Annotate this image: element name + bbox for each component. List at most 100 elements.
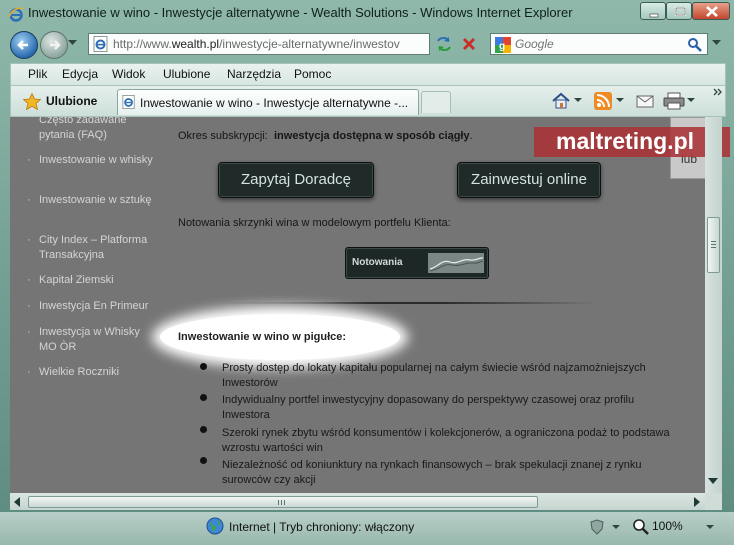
print-dropdown-icon[interactable] <box>687 98 695 103</box>
scrollbar-corner <box>705 493 722 510</box>
svg-text:g: g <box>499 41 505 52</box>
scroll-right-arrow-icon[interactable] <box>694 497 701 507</box>
sidebar-item-land-capital[interactable]: Kapitał Ziemski <box>27 273 157 288</box>
mail-icon[interactable] <box>635 92 655 110</box>
url-text[interactable]: http://www.wealth.pl/inwestycje-alternat… <box>113 37 413 51</box>
rss-feed-icon[interactable] <box>594 92 612 110</box>
restore-icon <box>675 7 686 16</box>
new-tab-button[interactable] <box>421 91 451 113</box>
title-bar: Inwestowanie w wino - Inwestycje alterna… <box>0 0 734 28</box>
menu-plik[interactable]: Plik <box>28 67 47 81</box>
vertical-scroll-thumb[interactable] <box>707 217 720 273</box>
search-box[interactable]: g <box>490 33 708 55</box>
favorites-label[interactable]: Ulubione <box>46 94 97 108</box>
sidebar-menu: Często zadawane pytania (FAQ) Inwestowan… <box>10 117 160 493</box>
bullet-item-1: Prosty dostęp do lokaty kapitału popular… <box>222 362 646 389</box>
feed-dropdown-icon[interactable] <box>616 98 624 103</box>
zoom-dropdown-icon[interactable] <box>706 525 714 530</box>
horizontal-scrollbar[interactable] <box>10 493 705 510</box>
horizontal-scroll-thumb[interactable] <box>28 496 538 508</box>
minimize-button[interactable] <box>640 2 666 20</box>
watermark-banner: maltreting.pl <box>534 127 730 157</box>
navigation-bar: http://www.wealth.pl/inwestycje-alternat… <box>0 28 734 60</box>
browser-tab[interactable]: Inwestowanie w wino - Inwestycje alterna… <box>117 89 419 115</box>
close-icon <box>706 6 718 17</box>
grip-line <box>711 247 716 248</box>
menu-edycja[interactable]: Edycja <box>62 67 98 81</box>
menu-label: Edycja <box>62 67 99 81</box>
invest-online-button[interactable]: Zainwestuj online <box>457 162 601 198</box>
menu-widok[interactable]: Widok <box>112 67 145 81</box>
ask-advisor-button[interactable]: Zapytaj Doradcę <box>218 162 374 198</box>
arrow-left-icon <box>17 40 28 50</box>
search-icon[interactable] <box>687 37 703 53</box>
ie-page-icon <box>93 36 108 52</box>
watermark-text: maltreting.pl <box>556 128 695 154</box>
sidebar-item-faq[interactable]: Często zadawane pytania (FAQ) <box>39 117 157 143</box>
menu-label: Plik <box>28 67 48 81</box>
page-content: Często zadawane pytania (FAQ) Inwestowan… <box>10 117 705 493</box>
bullet-dot <box>200 426 207 433</box>
browser-window: Inwestowanie w wino - Inwestycje alterna… <box>0 0 734 545</box>
subscription-value: inwestycja dostępna w sposób ciągły <box>273 130 470 142</box>
security-dropdown-icon[interactable] <box>612 525 620 530</box>
subscription-period: . <box>469 130 473 142</box>
forward-button[interactable] <box>40 31 68 59</box>
url-path: /inwestycje-alternatywne/inwestov <box>219 37 400 51</box>
stop-icon[interactable] <box>460 35 478 53</box>
refresh-icon[interactable] <box>434 35 454 53</box>
bullet-dot <box>200 363 207 370</box>
bullet-item-3: Szeroki rynek zbytu wśród konsumentów i … <box>222 427 670 454</box>
print-icon[interactable] <box>663 92 685 110</box>
grip-line <box>711 244 716 245</box>
globe-icon <box>206 517 224 535</box>
scroll-down-arrow-icon[interactable] <box>708 478 718 485</box>
menu-label: Pomoc <box>294 67 332 81</box>
chevron-more-icon[interactable] <box>713 88 723 98</box>
star-icon[interactable] <box>23 93 41 110</box>
maximize-button[interactable] <box>666 2 692 20</box>
history-dropdown-icon[interactable] <box>68 40 77 46</box>
bullet-item-4: Niezależność od koniunktury na rynkach f… <box>222 459 642 486</box>
main-article: Okres subskrypcji: inwestycja dostępna w… <box>160 117 705 493</box>
section-divider <box>220 302 595 304</box>
bullet-dot <box>200 457 207 464</box>
search-input[interactable] <box>515 37 675 51</box>
vertical-scrollbar[interactable] <box>705 117 722 493</box>
close-button[interactable] <box>692 2 730 20</box>
menu-pomoc[interactable]: Pomoc <box>294 67 331 81</box>
google-icon: g <box>495 37 511 53</box>
security-shield-icon[interactable] <box>588 519 606 535</box>
menu-narzedzia[interactable]: Narzędzia <box>227 67 281 81</box>
status-bar: Internet | Tryb chroniony: włączony 100% <box>0 512 734 545</box>
home-icon[interactable] <box>551 92 571 110</box>
quotes-button-label: Notowania <box>352 257 403 268</box>
quotes-chart-thumbnail <box>428 253 484 273</box>
favorites-bar: Ulubione Inwestowanie w wino - Inwestycj… <box>10 85 726 117</box>
grip-line <box>278 500 279 505</box>
sidebar-item-en-primeur[interactable]: Inwestycja En Primeur <box>27 299 157 314</box>
sidebar-item-great-vintages[interactable]: Wielkie Roczniki <box>27 365 157 380</box>
zoom-icon[interactable] <box>632 518 650 536</box>
home-dropdown-icon[interactable] <box>574 98 582 103</box>
sidebar-item-whisky[interactable]: Inwestowanie w whisky <box>27 153 157 168</box>
scroll-left-arrow-icon[interactable] <box>14 497 21 507</box>
quotes-description: Notowania skrzynki wina w modelowym port… <box>178 217 451 229</box>
search-options-dropdown-icon[interactable] <box>712 40 721 46</box>
address-bar[interactable]: http://www.wealth.pl/inwestycje-alternat… <box>88 33 516 55</box>
grip-line <box>281 500 282 505</box>
security-zone-status[interactable]: Internet | Tryb chroniony: włączony <box>229 520 414 534</box>
zoom-level[interactable]: 100% <box>652 519 683 533</box>
arrow-right-icon <box>50 40 61 50</box>
sidebar-item-art[interactable]: Inwestowanie w sztukę <box>27 193 157 208</box>
nutshell-heading: Inwestowanie w wino w pigułce: <box>178 331 347 343</box>
grip-line <box>711 241 716 242</box>
back-button[interactable] <box>10 31 38 59</box>
sidebar-item-city-index[interactable]: City Index – Platforma Transakcyjna <box>27 233 157 263</box>
minimize-icon <box>649 13 659 18</box>
sparkline-icon <box>429 257 484 272</box>
sidebar-item-whisky-mo-or[interactable]: Inwestycja w Whisky MO ÒR <box>27 325 157 355</box>
menu-ulubione[interactable]: Ulubione <box>163 67 210 81</box>
quotes-button[interactable]: Notowania <box>345 247 489 279</box>
window-title: Inwestowanie w wino - Inwestycje alterna… <box>28 5 573 20</box>
